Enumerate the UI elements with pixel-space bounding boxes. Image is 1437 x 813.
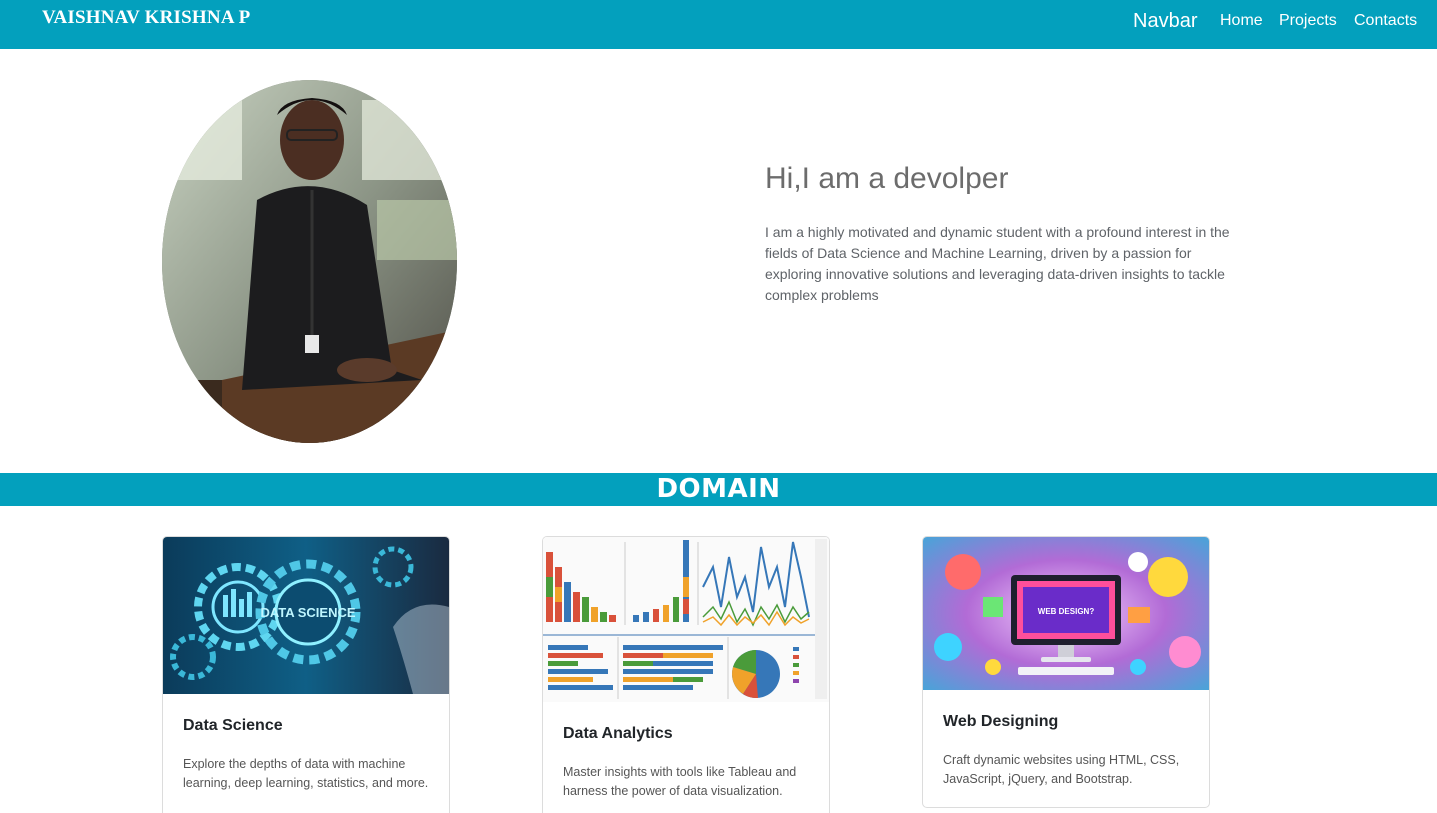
nav-link-contacts[interactable]: Contacts: [1354, 12, 1417, 30]
card-text: Explore the depths of data with machine …: [183, 757, 429, 790]
card-data-science[interactable]: DATA SCIENCE Data Science Explore the de…: [162, 536, 450, 813]
web-designing-image: WEB DESIGN?: [923, 537, 1209, 690]
card-text: Craft dynamic websites using HTML, CSS, …: [943, 753, 1180, 786]
nav-link-projects[interactable]: Projects: [1279, 12, 1337, 30]
svg-text:DATA SCIENCE: DATA SCIENCE: [260, 605, 355, 620]
hero-description: I am a highly motivated and dynamic stud…: [765, 224, 1230, 303]
data-analytics-image: [543, 537, 829, 702]
hero-heading: Hi,I am a devolper: [765, 162, 1009, 195]
profile-photo-illustration: [162, 80, 457, 443]
profile-photo: [162, 80, 457, 443]
domain-section-header: DOMAIN: [0, 473, 1437, 506]
card-web-designing[interactable]: WEB DESIGN? Web Designing Craft dynamic …: [922, 536, 1210, 808]
brand-name[interactable]: VAISHNAV KRISHNA P: [42, 7, 250, 29]
card-text: Master insights with tools like Tableau …: [563, 765, 797, 798]
card-data-analytics[interactable]: Data Analytics Master insights with tool…: [542, 536, 830, 813]
navbar: VAISHNAV KRISHNA P Navbar Home Projects …: [0, 0, 1437, 49]
card-title: Data Analytics: [563, 725, 673, 742]
card-title: Web Designing: [943, 713, 1059, 730]
navbar-title[interactable]: Navbar: [1133, 10, 1197, 33]
data-science-image: DATA SCIENCE: [163, 537, 449, 694]
nav-link-home[interactable]: Home: [1220, 12, 1263, 30]
domain-heading: DOMAIN: [656, 474, 781, 504]
card-title: Data Science: [183, 717, 283, 734]
svg-text:WEB DESIGN?: WEB DESIGN?: [1038, 607, 1095, 616]
